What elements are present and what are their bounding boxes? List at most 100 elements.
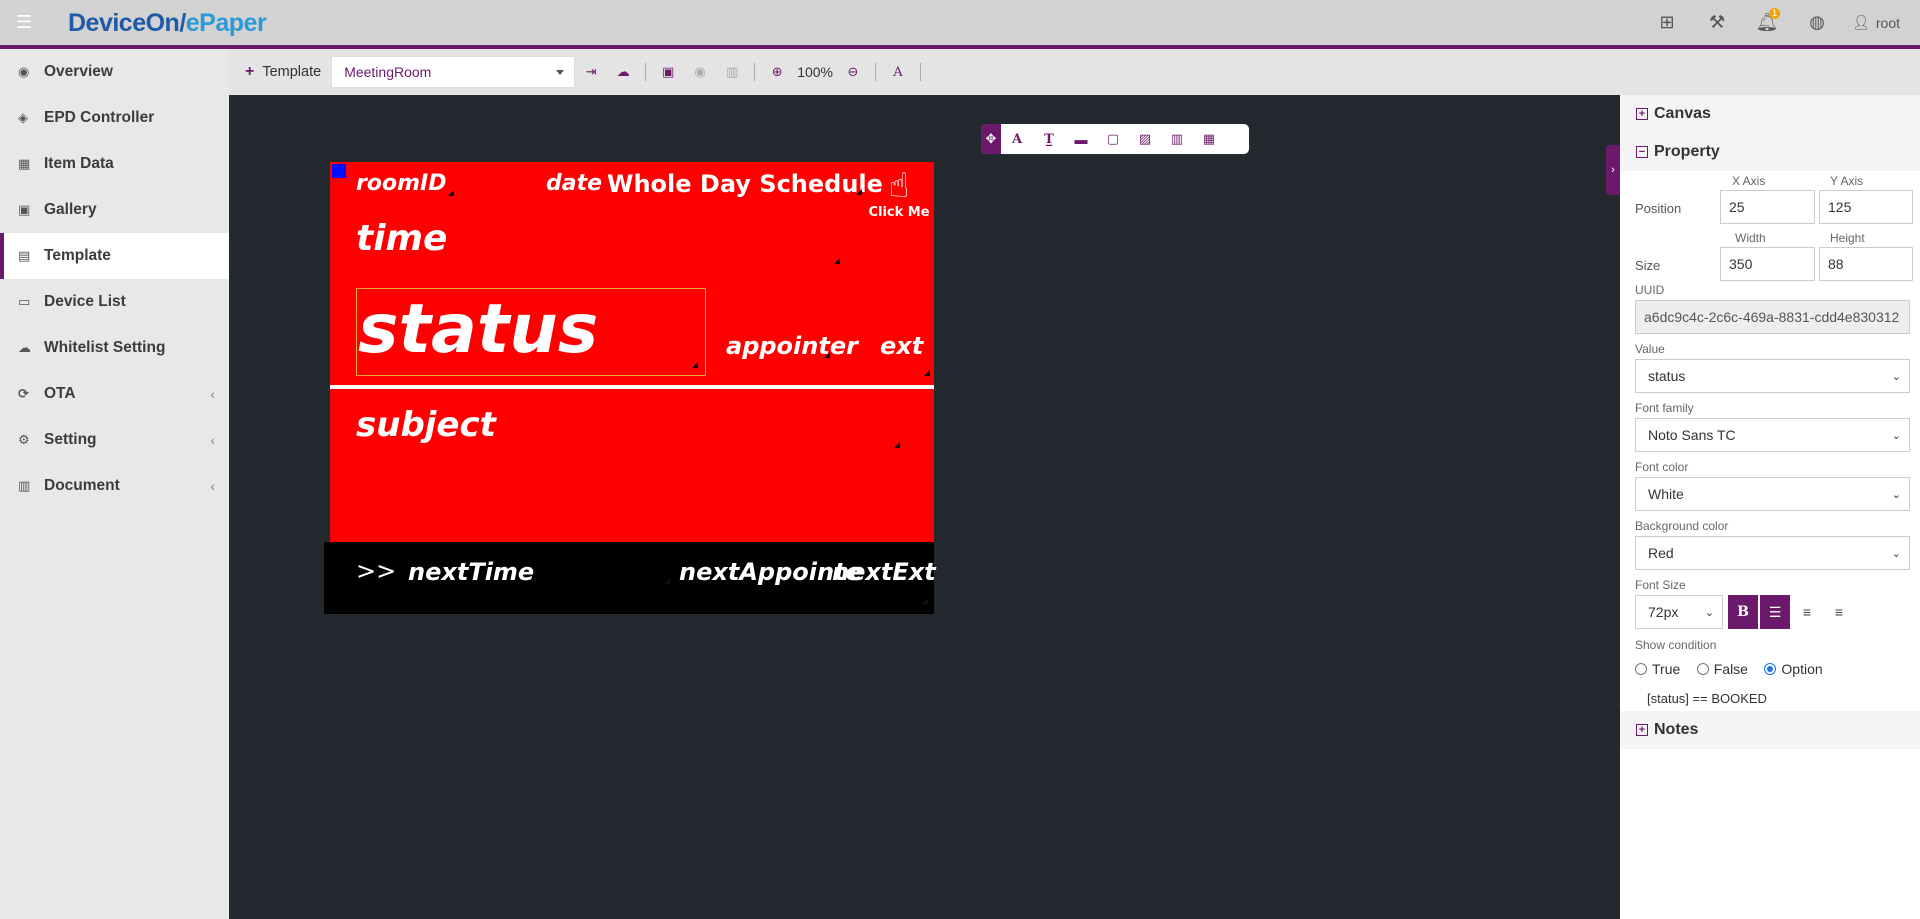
cloud-upload-icon: ☁ — [18, 340, 31, 355]
value-select[interactable]: status ⌄ — [1635, 359, 1910, 393]
cloud-download-icon[interactable]: ☁ — [607, 56, 639, 88]
font-color-select[interactable]: White ⌄ — [1635, 477, 1910, 511]
field-next-time[interactable]: nextTime — [408, 558, 534, 586]
field-date[interactable]: date — [546, 171, 602, 196]
sidebar-item-ota[interactable]: ⟳ OTA ‹ — [0, 371, 229, 417]
canvas-section-header[interactable]: + Canvas — [1620, 95, 1920, 133]
field-appointer[interactable]: appointer — [726, 332, 858, 360]
sidebar-item-device-list[interactable]: ▭ Device List — [0, 279, 229, 325]
notes-section-header[interactable]: + Notes — [1620, 711, 1920, 749]
add-square-icon[interactable]: ⊞ — [1642, 0, 1692, 45]
add-template-icon[interactable]: + — [245, 63, 254, 81]
x-axis-label: X Axis — [1732, 174, 1766, 188]
hammer-icon[interactable]: ⚒ — [1692, 0, 1742, 45]
background-color-select[interactable]: Red ⌄ — [1635, 536, 1910, 570]
align-left-button[interactable]: ☰ — [1760, 595, 1790, 629]
desktop-icon: ▭ — [18, 294, 31, 309]
radio-option[interactable]: Option — [1764, 661, 1823, 677]
x-position-input[interactable]: 25 — [1720, 190, 1815, 224]
element-toolbar: ✥ A T̲ ▬ ▢ ▨ ▥ ▦ — [981, 124, 1249, 154]
resize-handle[interactable] — [894, 442, 900, 448]
align-center-button[interactable]: ≡ — [1792, 595, 1822, 629]
resize-handle[interactable] — [922, 598, 928, 604]
click-me-button[interactable]: ☝ Click Me — [867, 167, 931, 223]
move-icon[interactable]: ✥ — [981, 124, 1001, 154]
save-icon[interactable]: ▣ — [652, 56, 684, 88]
chevron-right-icon: › — [1611, 164, 1615, 176]
book-icon: ▥ — [18, 478, 31, 493]
epaper-template-canvas[interactable]: roomID date Whole Day Schedule ☝ Click M… — [324, 162, 936, 614]
uuid-label: UUID — [1635, 283, 1665, 297]
field-next-ext[interactable]: nextExt — [832, 558, 936, 586]
sidebar-item-overview[interactable]: ◉ Overview — [0, 49, 229, 95]
export-icon[interactable]: ⇥ — [575, 56, 607, 88]
chevron-down-icon: ⌄ — [1891, 489, 1901, 501]
text-field-icon[interactable]: T̲ — [1033, 124, 1065, 154]
width-label: Width — [1735, 231, 1766, 245]
property-section-header[interactable]: − Property — [1620, 133, 1920, 171]
y-position-input[interactable]: 125 — [1819, 190, 1913, 224]
width-input[interactable]: 350 — [1720, 247, 1815, 281]
qrcode-icon[interactable]: ▦ — [1193, 124, 1225, 154]
field-status[interactable]: status — [358, 290, 598, 370]
sidebar-item-gallery[interactable]: ▣ Gallery — [0, 187, 229, 233]
sidebar-item-setting[interactable]: ⚙ Setting ‹ — [0, 417, 229, 463]
sidebar-item-document[interactable]: ▥ Document ‹ — [0, 463, 229, 509]
field-schedule-title[interactable]: Whole Day Schedule — [607, 170, 883, 198]
horizontal-divider[interactable] — [330, 385, 934, 389]
align-center-icon: ≡ — [1802, 604, 1812, 620]
refresh-icon: ⟳ — [18, 386, 29, 401]
font-size-select[interactable]: 72px ⌄ — [1635, 595, 1723, 629]
zoom-out-icon[interactable]: ⊖ — [837, 56, 869, 88]
user-menu[interactable]: 👤︎ root — [1842, 14, 1900, 31]
globe-icon: ◉ — [18, 64, 30, 79]
zoom-in-icon[interactable]: ⊕ — [761, 56, 793, 88]
resize-handle[interactable] — [824, 352, 830, 358]
top-icons: ⊞ ⚒ 🔔︎ 1 ◍ 👤︎ root — [1642, 0, 1900, 45]
condition-expression[interactable]: [status] == BOOKED — [1647, 691, 1767, 706]
resize-handle[interactable] — [924, 370, 930, 376]
next-arrow-label[interactable]: >> — [356, 557, 396, 585]
font-icon[interactable]: A — [882, 56, 914, 88]
globe-icon[interactable]: ◍ — [1792, 0, 1842, 45]
font-family-select[interactable]: Noto Sans TC ⌄ — [1635, 418, 1910, 452]
field-time[interactable]: time — [356, 218, 447, 259]
height-input[interactable]: 88 — [1819, 247, 1913, 281]
tags-icon: ◈ — [18, 110, 28, 125]
field-ext[interactable]: ext — [880, 332, 923, 360]
sidebar-item-item-data[interactable]: ▦ Item Data — [0, 141, 229, 187]
trash-icon[interactable]: ▥ — [716, 56, 748, 88]
toolbar-divider — [875, 63, 876, 81]
align-left-icon: ☰ — [1768, 603, 1782, 620]
bold-toggle[interactable]: B — [1728, 595, 1758, 629]
sidebar-item-epd-controller[interactable]: ◈ EPD Controller — [0, 95, 229, 141]
uuid-input[interactable]: a6dc9c4c-2c6c-469a-8831-cdd4e830312 — [1635, 300, 1910, 334]
resize-handle[interactable] — [692, 362, 698, 368]
sidebar-item-template[interactable]: ▤ Template — [0, 233, 229, 279]
field-room-id[interactable]: roomID — [356, 171, 446, 196]
template-select[interactable]: MeetingRoom — [331, 56, 576, 88]
text-icon[interactable]: A — [1001, 124, 1033, 154]
rectangle-icon[interactable]: ▢ — [1097, 124, 1129, 154]
barcode-icon[interactable]: ▥ — [1161, 124, 1193, 154]
selection-anchor[interactable] — [332, 164, 346, 178]
resize-handle[interactable] — [856, 189, 862, 195]
plus-square-icon: + — [1636, 724, 1648, 736]
brand-logo[interactable]: DeviceOn/ePaper — [68, 9, 267, 38]
line-icon[interactable]: ▬ — [1065, 124, 1097, 154]
hamburger-menu-icon[interactable]: ☰ — [16, 13, 34, 31]
field-subject[interactable]: subject — [356, 405, 496, 445]
font-color-label: Font color — [1635, 460, 1689, 474]
image-icon[interactable]: ▨ — [1129, 124, 1161, 154]
resize-handle[interactable] — [448, 190, 454, 196]
panel-collapse-tab[interactable]: › — [1606, 145, 1620, 195]
radio-false[interactable]: False — [1696, 661, 1748, 677]
position-label: Position — [1635, 201, 1682, 216]
resize-handle[interactable] — [834, 258, 840, 264]
align-right-button[interactable]: ≡ — [1824, 595, 1854, 629]
bell-icon[interactable]: 🔔︎ 1 — [1742, 0, 1792, 45]
resize-handle[interactable] — [664, 578, 670, 584]
eye-icon[interactable]: ◉ — [684, 56, 716, 88]
radio-true[interactable]: True — [1635, 661, 1680, 677]
sidebar-item-whitelist-setting[interactable]: ☁ Whitelist Setting — [0, 325, 229, 371]
